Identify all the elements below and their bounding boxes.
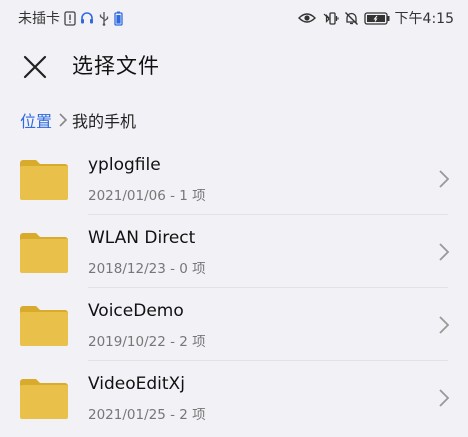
- battery-saver-icon: [114, 11, 123, 26]
- file-name: WLAN Direct: [88, 228, 196, 248]
- eye-icon: [297, 12, 316, 24]
- file-meta: 2019/10/22 - 2 项: [88, 334, 206, 350]
- file-meta: 2021/01/06 - 1 项: [88, 188, 206, 204]
- file-list: yplogfile 2021/01/06 - 1 项 WLAN Direct 2…: [0, 142, 468, 434]
- folder-icon: [20, 160, 68, 200]
- vibrate-icon: [321, 11, 339, 26]
- folder-icon: [20, 306, 68, 346]
- breadcrumb: 位置 我的手机: [20, 108, 136, 132]
- file-name: VoiceDemo: [88, 301, 184, 321]
- clock-text: 下午4:15: [394, 11, 454, 27]
- chevron-right-icon: [439, 243, 450, 261]
- folder-icon: [20, 233, 68, 273]
- close-icon: [23, 55, 47, 79]
- list-item[interactable]: VideoEditXj 2021/01/25 - 2 项: [0, 361, 468, 434]
- breadcrumb-current: 我的手机: [72, 112, 137, 131]
- chevron-right-icon: [58, 112, 68, 128]
- list-item[interactable]: VoiceDemo 2019/10/22 - 2 项: [0, 288, 468, 361]
- chevron-right-icon: [439, 316, 450, 334]
- headset-icon: [80, 11, 94, 25]
- list-item[interactable]: yplogfile 2021/01/06 - 1 项: [0, 142, 468, 215]
- folder-icon: [20, 379, 68, 419]
- carrier-text: 未插卡: [18, 11, 60, 27]
- usb-icon: [98, 11, 110, 26]
- breadcrumb-root-link[interactable]: 位置: [20, 108, 52, 132]
- status-left: 未插卡: [18, 8, 123, 28]
- status-bar: 未插卡 下午4:15: [0, 0, 468, 34]
- mute-icon: [344, 11, 359, 26]
- status-right: 下午4:15: [297, 8, 454, 28]
- chevron-right-icon: [439, 170, 450, 188]
- chevron-right-icon: [439, 389, 450, 407]
- list-item[interactable]: WLAN Direct 2018/12/23 - 0 项: [0, 215, 468, 288]
- file-name: VideoEditXj: [88, 374, 185, 394]
- app-header: 选择文件: [0, 40, 468, 90]
- file-meta: 2021/01/25 - 2 项: [88, 407, 206, 423]
- page-title: 选择文件: [72, 54, 160, 78]
- sim-alert-icon: [64, 10, 76, 26]
- file-name: yplogfile: [88, 155, 161, 175]
- file-meta: 2018/12/23 - 0 项: [88, 261, 206, 277]
- close-button[interactable]: [20, 52, 50, 82]
- battery-icon: [363, 11, 390, 25]
